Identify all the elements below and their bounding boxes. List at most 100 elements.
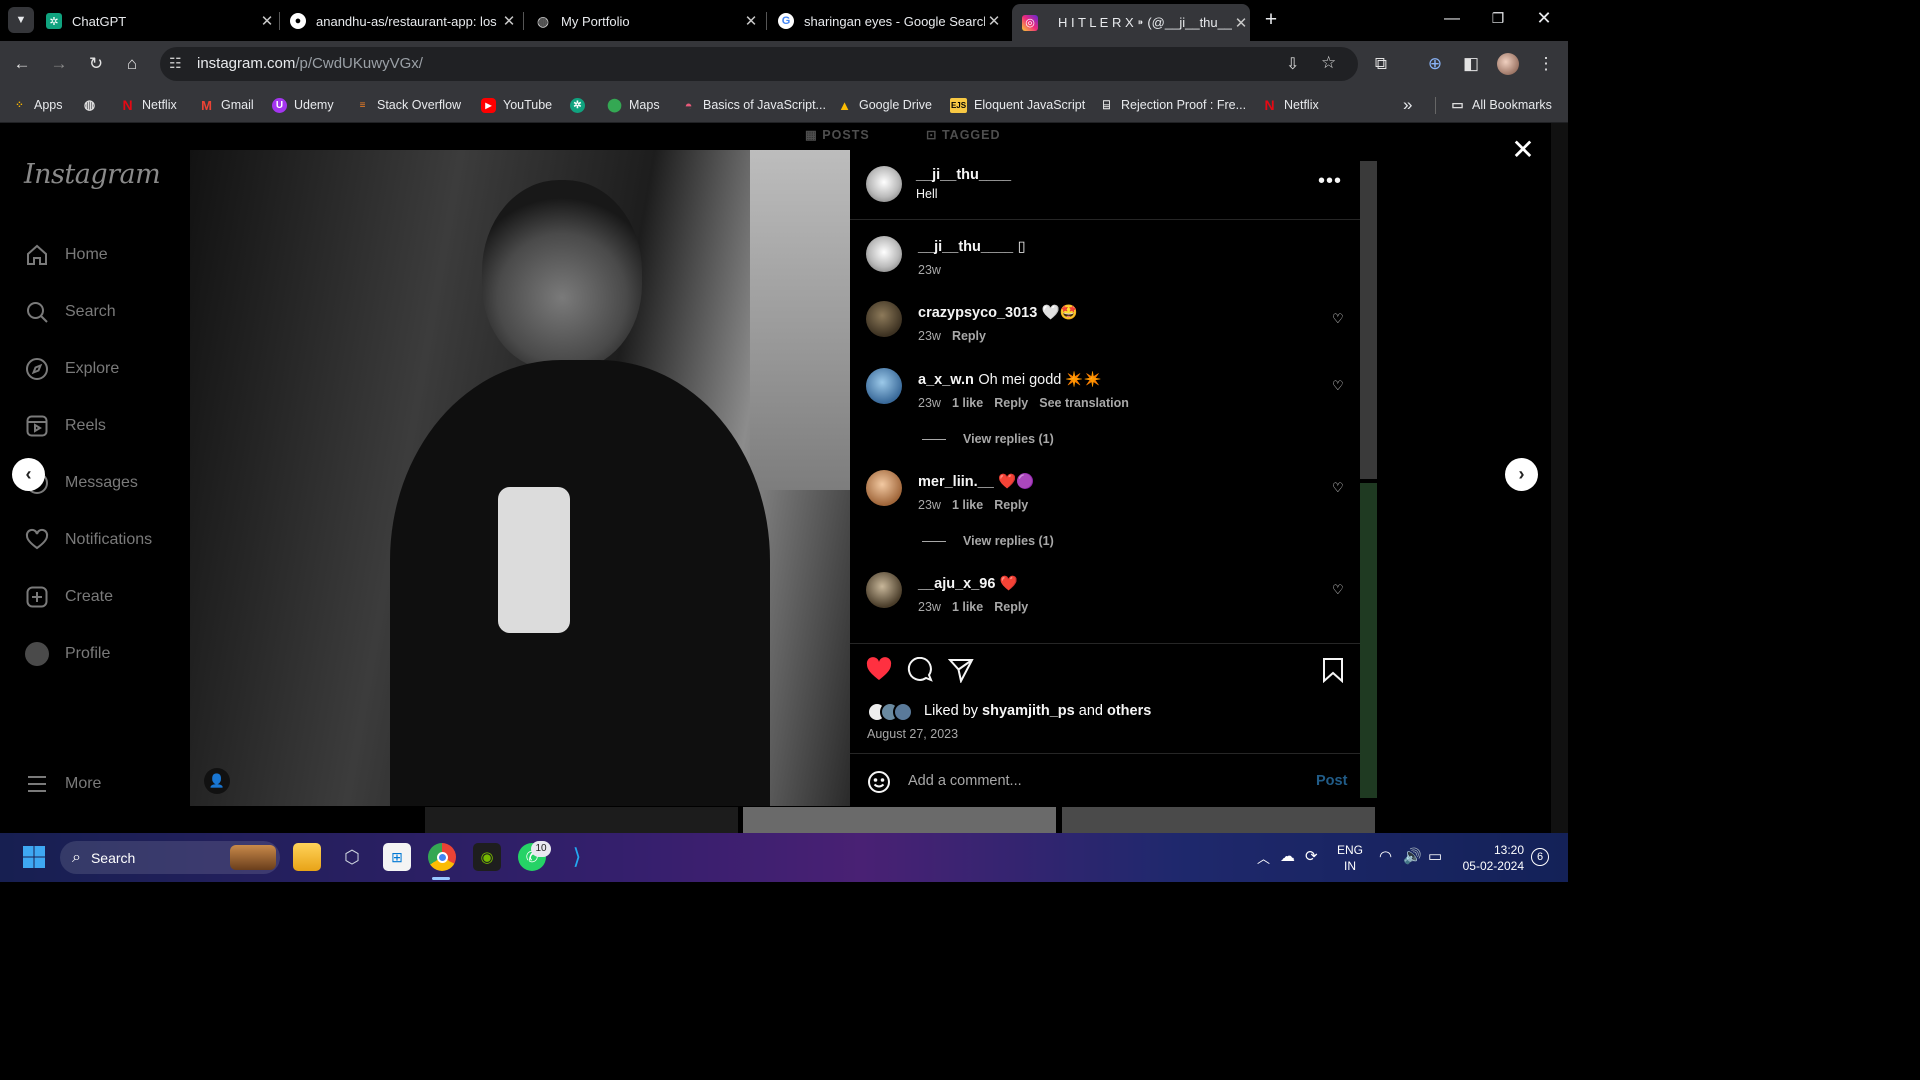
bookmark-youtube[interactable]: ▶ YouTube [481, 95, 552, 115]
author-avatar[interactable] [866, 166, 902, 202]
battery-icon[interactable]: ▭ [1428, 847, 1442, 865]
reply-button[interactable]: Reply [994, 396, 1028, 410]
tab-portfolio[interactable]: ◍ My Portfolio ✕ [535, 6, 760, 36]
reply-button[interactable]: Reply [994, 600, 1028, 614]
microsoft-store-icon[interactable]: ⊞ [383, 843, 411, 871]
nav-more[interactable]: More [24, 769, 101, 799]
save-bookmark-icon[interactable] [1322, 657, 1344, 688]
comment-username[interactable]: mer_liin.__ [918, 474, 994, 490]
close-tab-icon[interactable]: ✕ [258, 12, 276, 30]
previous-post-button[interactable]: ‹ [12, 458, 45, 491]
author-username[interactable]: __ji__thu____ [916, 167, 1011, 183]
tab-search-button[interactable]: ▼ [8, 7, 34, 33]
comment-bubble-icon[interactable] [907, 656, 933, 688]
bookmark-chatgpt[interactable]: ✲ [570, 95, 592, 115]
extensions-button[interactable]: ⧉ [1369, 52, 1393, 76]
bookmark-apps[interactable]: ⁘ Apps [12, 95, 62, 115]
reply-button[interactable]: Reply [952, 329, 986, 343]
nvidia-icon[interactable]: ◉ [473, 843, 501, 871]
nav-create[interactable]: Create [24, 582, 113, 612]
chrome-taskbar-icon[interactable] [428, 843, 456, 871]
close-tab-icon[interactable]: ✕ [985, 12, 1003, 30]
downloads-button[interactable]: ⊕ [1423, 52, 1447, 76]
reply-button[interactable]: Reply [994, 498, 1028, 512]
bookmarks-overflow-button[interactable]: » [1403, 95, 1412, 115]
bookmark-maps[interactable]: ⬤ Maps [607, 95, 659, 115]
nav-profile[interactable]: Profile [24, 639, 110, 669]
like-comment-heart-icon[interactable]: ♡ [1332, 480, 1346, 495]
tagged-people-icon[interactable]: 👤 [204, 768, 230, 794]
instagram-logo[interactable]: Instagram [24, 159, 161, 190]
nav-search[interactable]: Search [24, 297, 116, 327]
post-date[interactable]: August 27, 2023 [867, 727, 958, 741]
address-bar[interactable]: ☷ instagram.com/p/CwdUKuwyVGx/ ⇩ ☆ [160, 47, 1358, 81]
volume-icon[interactable]: 🔊 [1403, 847, 1422, 865]
bookmark-netflix[interactable]: N Netflix [120, 95, 176, 115]
tab-chatgpt[interactable]: ✲ ChatGPT ✕ [46, 6, 276, 36]
close-tab-icon[interactable]: ✕ [742, 12, 760, 30]
next-post-button[interactable]: › [1505, 458, 1538, 491]
tab-github[interactable]: ● anandhu-as/restaurant-app: los ✕ [290, 6, 518, 36]
bookmark-globe[interactable]: ◍ [82, 95, 104, 115]
bookmark-udemy[interactable]: U Udemy [272, 95, 334, 115]
clock[interactable]: 13:20 05-02-2024 [1458, 842, 1524, 874]
comment-username[interactable]: crazypsyco_3013 [918, 305, 1037, 321]
bookmark-eloquent-js[interactable]: EJS Eloquent JavaScript [950, 95, 1085, 115]
comment-avatar[interactable] [866, 572, 902, 608]
install-app-icon[interactable]: ⇩ [1286, 54, 1299, 74]
tab-google-search[interactable]: G sharingan eyes - Google Search ✕ [778, 6, 1003, 36]
like-heart-icon[interactable] [866, 657, 892, 686]
restore-button[interactable]: ❐ [1486, 10, 1510, 30]
forward-button[interactable]: → [47, 52, 71, 76]
bookmark-google-drive[interactable]: ▲ Google Drive [837, 95, 932, 115]
bookmark-basics-js[interactable]: ◓ Basics of JavaScript... [681, 95, 826, 115]
post-location[interactable]: Hell [916, 187, 938, 201]
like-comment-heart-icon[interactable]: ♡ [1332, 378, 1346, 393]
nav-reels[interactable]: Reels [24, 411, 106, 441]
page-scrollbar[interactable] [1551, 123, 1568, 833]
comment-likes[interactable]: 1 like [952, 600, 983, 614]
new-tab-button[interactable]: + [1260, 9, 1282, 31]
comment-likes[interactable]: 1 like [952, 498, 983, 512]
onedrive-icon[interactable]: ☁ [1280, 847, 1295, 865]
sync-icon[interactable]: ⟳ [1305, 847, 1318, 865]
bookmark-netflix-2[interactable]: N Netflix [1262, 95, 1318, 115]
close-tab-icon[interactable]: ✕ [500, 12, 518, 30]
caption-avatar[interactable] [866, 236, 902, 272]
liker-avatars[interactable] [867, 702, 919, 722]
bookmark-stackoverflow[interactable]: ≡ Stack Overflow [355, 95, 461, 115]
view-replies-button[interactable]: View replies (1) [922, 432, 1054, 446]
notification-count-badge[interactable]: 6 [1531, 848, 1549, 866]
nav-explore[interactable]: Explore [24, 354, 119, 384]
like-comment-heart-icon[interactable]: ♡ [1332, 311, 1346, 326]
all-bookmarks-button[interactable]: ▭ All Bookmarks [1450, 95, 1552, 115]
minimize-button[interactable]: — [1440, 10, 1464, 30]
home-button[interactable]: ⌂ [120, 52, 144, 76]
more-options-button[interactable]: ••• [1318, 170, 1342, 193]
add-comment-input[interactable]: Add a comment... [908, 773, 1298, 789]
post-photo[interactable]: 👤 [190, 150, 850, 806]
side-panel-button[interactable]: ◧ [1459, 52, 1483, 76]
nav-home[interactable]: Home [24, 240, 108, 270]
bookmark-star-icon[interactable]: ☆ [1321, 53, 1336, 73]
back-button[interactable]: ← [10, 52, 34, 76]
nav-notifications[interactable]: Notifications [24, 525, 152, 555]
vscode-icon[interactable]: ⟩ [563, 843, 591, 871]
site-info-icon[interactable]: ☷ [169, 55, 182, 72]
comment-likes[interactable]: 1 like [952, 396, 983, 410]
view-replies-button[interactable]: View replies (1) [922, 534, 1054, 548]
post-comment-button[interactable]: Post [1316, 773, 1347, 789]
start-button[interactable] [20, 843, 48, 871]
bookmark-gmail[interactable]: M Gmail [199, 95, 254, 115]
taskbar-search[interactable]: ⌕ Search [60, 841, 280, 874]
close-window-button[interactable]: ✕ [1532, 8, 1556, 30]
liked-by-others-link[interactable]: others [1107, 703, 1151, 719]
share-paper-plane-icon[interactable] [947, 657, 974, 688]
app-cube-icon[interactable]: ⬡ [338, 843, 366, 871]
emoji-picker-icon[interactable] [867, 770, 891, 799]
language-indicator[interactable]: ENG IN [1337, 842, 1363, 874]
profile-avatar[interactable] [1497, 53, 1519, 75]
bookmark-rejection-proof[interactable]: ⌸ Rejection Proof : Fre... [1099, 95, 1246, 115]
comment-avatar[interactable] [866, 368, 902, 404]
comment-username[interactable]: __aju_x_96 [918, 576, 995, 592]
